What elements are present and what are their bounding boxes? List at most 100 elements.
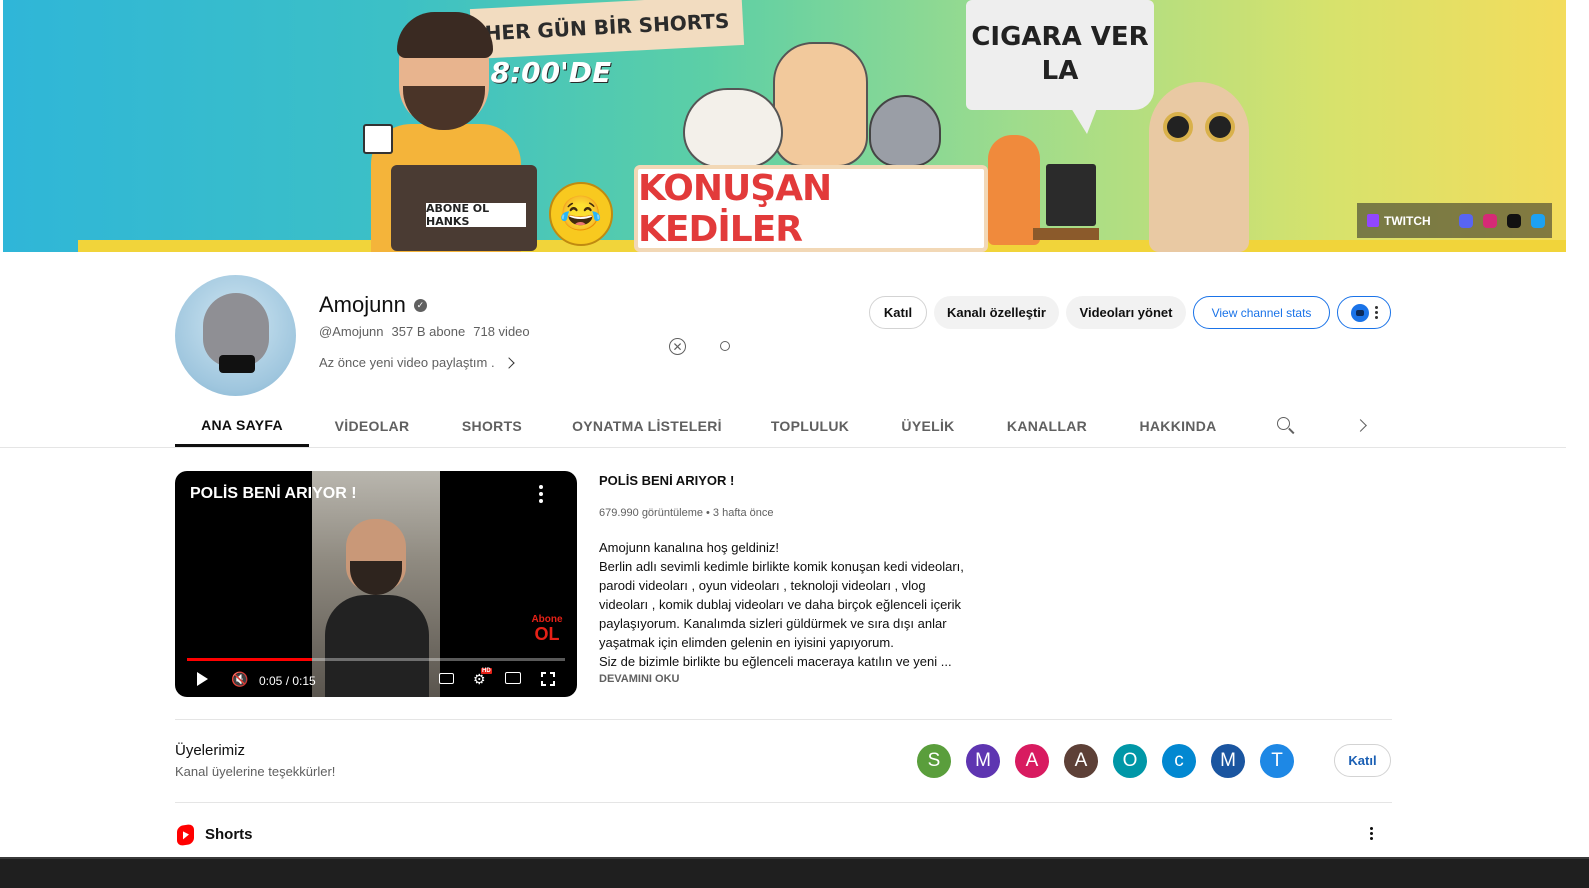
tab-shorts[interactable]: SHORTS bbox=[435, 405, 549, 447]
channel-description-text: Az önce yeni video paylaştım . bbox=[319, 355, 495, 370]
video-progress-fill bbox=[187, 658, 312, 661]
description-line: Amojunn kanalına hoş geldiniz! bbox=[599, 540, 779, 555]
tab-membership[interactable]: ÜYELİK bbox=[875, 405, 981, 447]
twitter-icon[interactable] bbox=[1530, 213, 1545, 228]
banner-speech-bubble: CIGARA VER LA bbox=[966, 0, 1154, 134]
description-line: paylaşıyorum. Kanalımda sizleri güldürme… bbox=[599, 616, 947, 631]
customize-channel-button[interactable]: Kanalı özelleştir bbox=[934, 296, 1059, 329]
featured-video-title[interactable]: POLİS BENİ ARIYOR ! bbox=[599, 473, 734, 488]
cat-illustration-white bbox=[683, 88, 783, 168]
channel-avatar[interactable] bbox=[175, 275, 296, 396]
member-avatar[interactable]: M bbox=[1211, 744, 1245, 778]
video-progress-bar[interactable] bbox=[187, 658, 565, 661]
description-line: Berlin adlı sevimli kedimle birlikte kom… bbox=[599, 559, 964, 574]
cast-icon[interactable] bbox=[505, 672, 521, 684]
join-button[interactable]: Katıl bbox=[869, 296, 927, 329]
os-taskbar bbox=[0, 857, 1589, 888]
channel-description[interactable]: Az önce yeni video paylaştım . bbox=[319, 355, 515, 370]
cat-illustration-gray bbox=[869, 95, 941, 167]
tiktok-icon[interactable] bbox=[1506, 213, 1521, 228]
channel-tabs: ANA SAYFA VİDEOLAR SHORTS OYNATMA LİSTEL… bbox=[175, 405, 1243, 447]
subscriber-count: 357 B abone bbox=[391, 324, 466, 339]
manage-videos-button[interactable]: Videoları yönet bbox=[1066, 296, 1186, 329]
more-vert-icon bbox=[1374, 306, 1378, 319]
member-avatar[interactable]: O bbox=[1113, 744, 1147, 778]
channel-meta: @Amojunn 357 B abone 718 video bbox=[319, 324, 530, 339]
extension-menu-button[interactable] bbox=[1337, 296, 1391, 329]
clear-circle-icon[interactable]: ✕ bbox=[669, 338, 686, 355]
fullscreen-icon[interactable] bbox=[541, 672, 555, 686]
members-subtitle: Kanal üyelerine teşekkürler! bbox=[175, 764, 336, 779]
play-icon[interactable] bbox=[197, 672, 208, 686]
banner-social-links: TWITCH bbox=[1357, 203, 1552, 238]
description-line: parodi videoları , oyun videoları , tekn… bbox=[599, 578, 926, 593]
mute-icon[interactable]: 🔇 bbox=[231, 671, 248, 688]
member-avatar[interactable]: c bbox=[1162, 744, 1196, 778]
page-scrollbar[interactable] bbox=[1566, 0, 1589, 857]
video-time: 0:05 / 0:15 bbox=[259, 674, 316, 688]
subtitles-icon[interactable] bbox=[439, 673, 454, 684]
tab-community[interactable]: TOPLULUK bbox=[745, 405, 875, 447]
channel-name: Amojunn ✓ bbox=[319, 292, 427, 318]
member-avatar[interactable]: M bbox=[966, 744, 1000, 778]
featured-video-player[interactable]: POLİS BENİ ARIYOR ! Abone OL 🔇 0:05 / 0:… bbox=[175, 471, 577, 697]
video-controls: 🔇 0:05 / 0:15 ⚙ HD bbox=[175, 667, 577, 697]
cat-illustration-orange bbox=[773, 42, 868, 167]
video-count: 718 video bbox=[473, 324, 530, 339]
video-overlay-title[interactable]: POLİS BENİ ARIYOR ! bbox=[190, 485, 357, 503]
extension-icon bbox=[1350, 303, 1369, 322]
description-line: Siz de bizimle birlikte bu eğlenceli mac… bbox=[599, 654, 952, 669]
tab-playlists[interactable]: OYNATMA LİSTELERİ bbox=[549, 405, 745, 447]
discord-icon[interactable] bbox=[1458, 213, 1473, 228]
shorts-section-title: Shorts bbox=[205, 826, 253, 843]
member-avatars: S M A A O c M T bbox=[917, 744, 1294, 778]
circle-icon[interactable] bbox=[720, 341, 730, 351]
section-divider bbox=[175, 802, 1392, 803]
member-avatar[interactable]: T bbox=[1260, 744, 1294, 778]
shorts-logo-icon bbox=[177, 823, 194, 847]
speech-line-1: CIGARA VER bbox=[971, 22, 1149, 53]
description-line: videoları , komik dublaj videoları ve da… bbox=[599, 597, 962, 612]
tab-home[interactable]: ANA SAYFA bbox=[175, 405, 309, 447]
members-title: Üyelerimiz bbox=[175, 742, 246, 759]
tab-channels[interactable]: KANALLAR bbox=[981, 405, 1113, 447]
member-avatar[interactable]: A bbox=[1015, 744, 1049, 778]
desk-illustration bbox=[1033, 228, 1099, 240]
subscribe-watermark[interactable]: Abone OL bbox=[531, 615, 563, 649]
bow-tie-icon bbox=[219, 355, 255, 373]
more-vert-icon[interactable] bbox=[1370, 827, 1373, 840]
chevron-right-icon bbox=[502, 356, 515, 369]
twitch-label: TWITCH bbox=[1384, 213, 1431, 228]
tab-about[interactable]: HAKKINDA bbox=[1113, 405, 1243, 447]
chevron-right-icon[interactable] bbox=[1354, 419, 1367, 432]
banner-title: KONUŞAN KEDİLER bbox=[634, 165, 988, 252]
member-avatar[interactable]: S bbox=[917, 744, 951, 778]
hd-badge: HD bbox=[481, 668, 492, 674]
watermark-bottom: OL bbox=[534, 624, 560, 644]
tabs-divider bbox=[0, 447, 1566, 448]
scared-cat-illustration bbox=[1149, 82, 1249, 252]
featured-video-description: Amojunn kanalına hoş geldiniz! Berlin ad… bbox=[599, 538, 979, 671]
read-more-link[interactable]: DEVAMINI OKU bbox=[599, 673, 679, 685]
search-icon[interactable] bbox=[1276, 416, 1296, 436]
channel-handle: @Amojunn bbox=[319, 324, 384, 339]
twitch-link[interactable]: TWITCH bbox=[1367, 214, 1431, 228]
members-join-button[interactable]: Katıl bbox=[1334, 744, 1391, 777]
tab-videos[interactable]: VİDEOLAR bbox=[309, 405, 435, 447]
verified-icon: ✓ bbox=[413, 298, 427, 312]
laughing-emoji-icon: 😂 bbox=[549, 182, 613, 246]
channel-name-text: Amojunn bbox=[319, 292, 406, 317]
section-divider bbox=[175, 719, 1392, 720]
channel-page: HER GÜN BİR SHORTS 18:00'DE CIGARA VER L… bbox=[0, 0, 1589, 888]
channel-banner: HER GÜN BİR SHORTS 18:00'DE CIGARA VER L… bbox=[3, 0, 1566, 252]
featured-video-stats: 679.990 görüntüleme • 3 hafta önce bbox=[599, 507, 774, 519]
laptop-label: ABONE OL HANKS bbox=[426, 202, 526, 228]
view-channel-stats-button[interactable]: View channel stats bbox=[1193, 296, 1330, 329]
monitor-illustration bbox=[1046, 164, 1096, 226]
description-line: yaşatmak için elimden gelenin en iyisini… bbox=[599, 635, 894, 650]
mug-icon bbox=[363, 124, 393, 154]
member-avatar[interactable]: A bbox=[1064, 744, 1098, 778]
twitch-icon bbox=[1367, 214, 1379, 227]
instagram-icon[interactable] bbox=[1482, 213, 1497, 228]
more-vert-icon[interactable] bbox=[539, 485, 543, 503]
